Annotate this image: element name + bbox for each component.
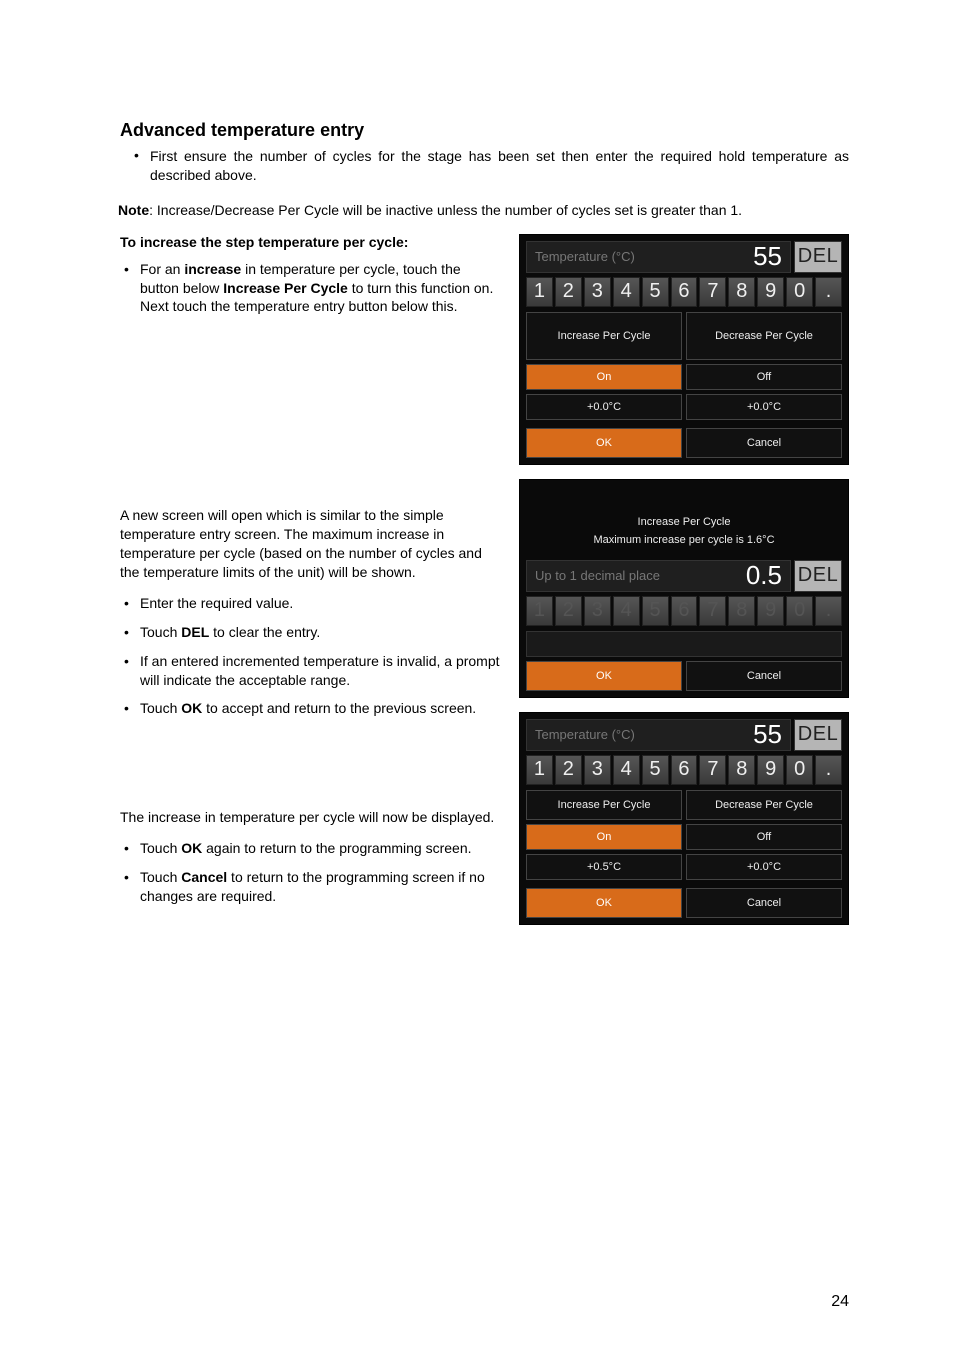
increase-per-cycle-label: Increase Per Cycle (526, 790, 682, 820)
bullet-cancel: •Touch Cancel to return to the programmi… (120, 868, 501, 906)
key-7[interactable]: 7 (699, 755, 726, 785)
keypad: 1 2 3 4 5 6 7 8 9 0 . (526, 755, 842, 785)
decrease-value-button[interactable]: +0.0°C (686, 394, 842, 420)
key-9[interactable]: 9 (757, 755, 784, 785)
ok-button[interactable]: OK (526, 888, 682, 918)
intro-bullet: • First ensure the number of cycles for … (134, 147, 849, 185)
page-title: Advanced temperature entry (120, 120, 849, 141)
decrease-off-button[interactable]: Off (686, 824, 842, 850)
cancel-button[interactable]: Cancel (686, 888, 842, 918)
bullet-ok-accept: •Touch OK to accept and return to the pr… (120, 699, 501, 718)
decrease-value-button[interactable]: +0.0°C (686, 854, 842, 880)
key-7[interactable]: 7 (699, 596, 726, 626)
decrease-off-button[interactable]: Off (686, 364, 842, 390)
increase-value-button[interactable]: +0.0°C (526, 394, 682, 420)
key-dot[interactable]: . (815, 277, 842, 307)
cancel-button[interactable]: Cancel (686, 661, 842, 691)
bullet-enter-value: •Enter the required value. (120, 594, 501, 613)
key-0[interactable]: 0 (786, 755, 813, 785)
blank-bar (526, 631, 842, 657)
key-1[interactable]: 1 (526, 596, 553, 626)
key-5[interactable]: 5 (642, 596, 669, 626)
increase-on-button[interactable]: On (526, 364, 682, 390)
key-8[interactable]: 8 (728, 277, 755, 307)
key-1[interactable]: 1 (526, 755, 553, 785)
ok-button[interactable]: OK (526, 661, 682, 691)
key-0[interactable]: 0 (786, 596, 813, 626)
del-button[interactable]: DEL (794, 719, 842, 751)
key-4[interactable]: 4 (613, 277, 640, 307)
panel-temp-entry-c: Temperature (°C) 55 DEL 1 2 3 4 5 6 7 8 … (519, 712, 849, 925)
key-2[interactable]: 2 (555, 755, 582, 785)
keypad: 1 2 3 4 5 6 7 8 9 0 . (526, 277, 842, 307)
key-6[interactable]: 6 (671, 277, 698, 307)
key-8[interactable]: 8 (728, 596, 755, 626)
key-dot[interactable]: . (815, 755, 842, 785)
increment-input[interactable]: Up to 1 decimal place 0.5 (526, 560, 791, 592)
bullet-invalid: •If an entered incremented temperature i… (120, 652, 501, 690)
key-2[interactable]: 2 (555, 596, 582, 626)
key-5[interactable]: 5 (642, 277, 669, 307)
cancel-button[interactable]: Cancel (686, 428, 842, 458)
key-dot[interactable]: . (815, 596, 842, 626)
key-3[interactable]: 3 (584, 277, 611, 307)
ok-button[interactable]: OK (526, 428, 682, 458)
key-8[interactable]: 8 (728, 755, 755, 785)
subhead-increase: To increase the step temperature per cyc… (120, 234, 501, 250)
decrease-per-cycle-label: Decrease Per Cycle (686, 790, 842, 820)
bullet-ok-again: •Touch OK again to return to the program… (120, 839, 501, 858)
panel-b-title: Increase Per Cycle (526, 486, 842, 534)
key-7[interactable]: 7 (699, 277, 726, 307)
increase-on-button[interactable]: On (526, 824, 682, 850)
increase-value-button[interactable]: +0.5°C (526, 854, 682, 880)
note-line: Note: Increase/Decrease Per Cycle will b… (118, 201, 849, 220)
panel-temp-entry-a: Temperature (°C) 55 DEL 1 2 3 4 5 6 7 8 … (519, 234, 849, 465)
temp-input[interactable]: Temperature (°C) 55 (526, 719, 791, 751)
page-number: 24 (831, 1293, 849, 1311)
key-1[interactable]: 1 (526, 277, 553, 307)
keypad: 1 2 3 4 5 6 7 8 9 0 . (526, 596, 842, 626)
key-6[interactable]: 6 (671, 755, 698, 785)
key-9[interactable]: 9 (757, 596, 784, 626)
key-4[interactable]: 4 (613, 596, 640, 626)
key-9[interactable]: 9 (757, 277, 784, 307)
temp-input[interactable]: Temperature (°C) 55 (526, 241, 791, 273)
bullet-increase-on: • For an increase in temperature per cyc… (120, 260, 501, 317)
para-displayed: The increase in temperature per cycle wi… (120, 808, 501, 827)
key-4[interactable]: 4 (613, 755, 640, 785)
key-3[interactable]: 3 (584, 755, 611, 785)
para-new-screen: A new screen will open which is similar … (120, 506, 501, 582)
key-6[interactable]: 6 (671, 596, 698, 626)
panel-b-sub: Maximum increase per cycle is 1.6°C (526, 534, 842, 560)
del-button[interactable]: DEL (794, 560, 842, 592)
decrease-per-cycle-label: Decrease Per Cycle (686, 312, 842, 360)
panel-increase-entry: Increase Per Cycle Maximum increase per … (519, 479, 849, 698)
increase-per-cycle-label: Increase Per Cycle (526, 312, 682, 360)
key-3[interactable]: 3 (584, 596, 611, 626)
key-2[interactable]: 2 (555, 277, 582, 307)
bullet-del: •Touch DEL to clear the entry. (120, 623, 501, 642)
del-button[interactable]: DEL (794, 241, 842, 273)
key-0[interactable]: 0 (786, 277, 813, 307)
key-5[interactable]: 5 (642, 755, 669, 785)
